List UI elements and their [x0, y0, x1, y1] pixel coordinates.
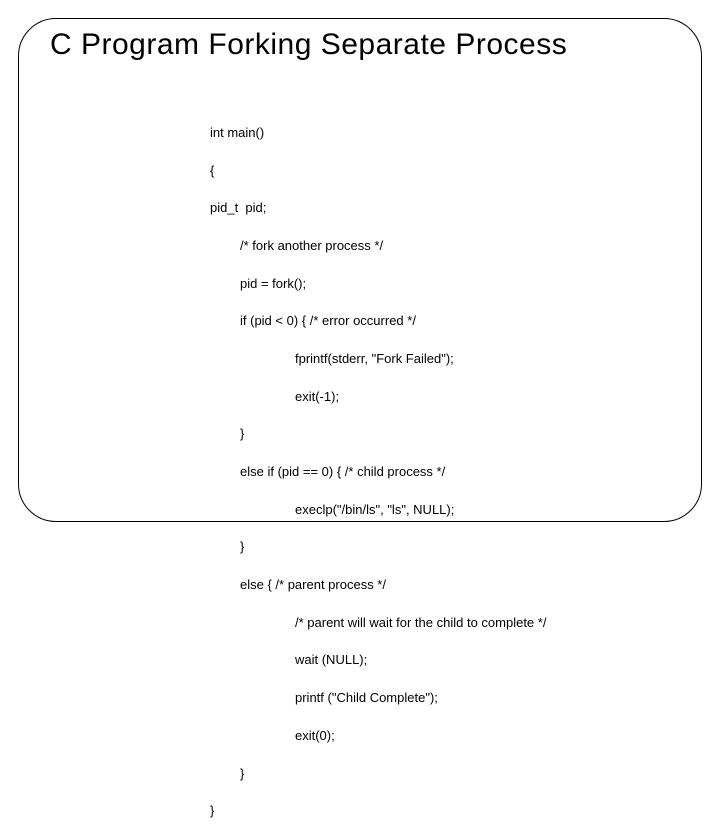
code-line: else if (pid == 0) { /* child process */: [210, 463, 546, 482]
code-line: exit(0);: [210, 727, 546, 746]
code-line: wait (NULL);: [210, 651, 546, 670]
code-line: else { /* parent process */: [210, 576, 546, 595]
code-line: {: [210, 162, 546, 181]
code-line: printf ("Child Complete");: [210, 689, 546, 708]
code-line: pid = fork();: [210, 275, 546, 294]
code-line: execlp("/bin/ls", "ls", NULL);: [210, 501, 546, 520]
code-line: int main(): [210, 124, 546, 143]
code-line: }: [210, 538, 546, 557]
code-line: fprintf(stderr, "Fork Failed");: [210, 350, 546, 369]
code-line: }: [210, 802, 546, 821]
code-line: if (pid < 0) { /* error occurred */: [210, 312, 546, 331]
code-line: /* parent will wait for the child to com…: [210, 614, 546, 633]
code-line: pid_t pid;: [210, 199, 546, 218]
code-line: /* fork another process */: [210, 237, 546, 256]
code-block: int main() { pid_t pid; /* fork another …: [210, 105, 546, 840]
code-line: exit(-1);: [210, 388, 546, 407]
code-line: }: [210, 765, 546, 784]
code-line: }: [210, 425, 546, 444]
slide-title: C Program Forking Separate Process: [50, 28, 567, 62]
